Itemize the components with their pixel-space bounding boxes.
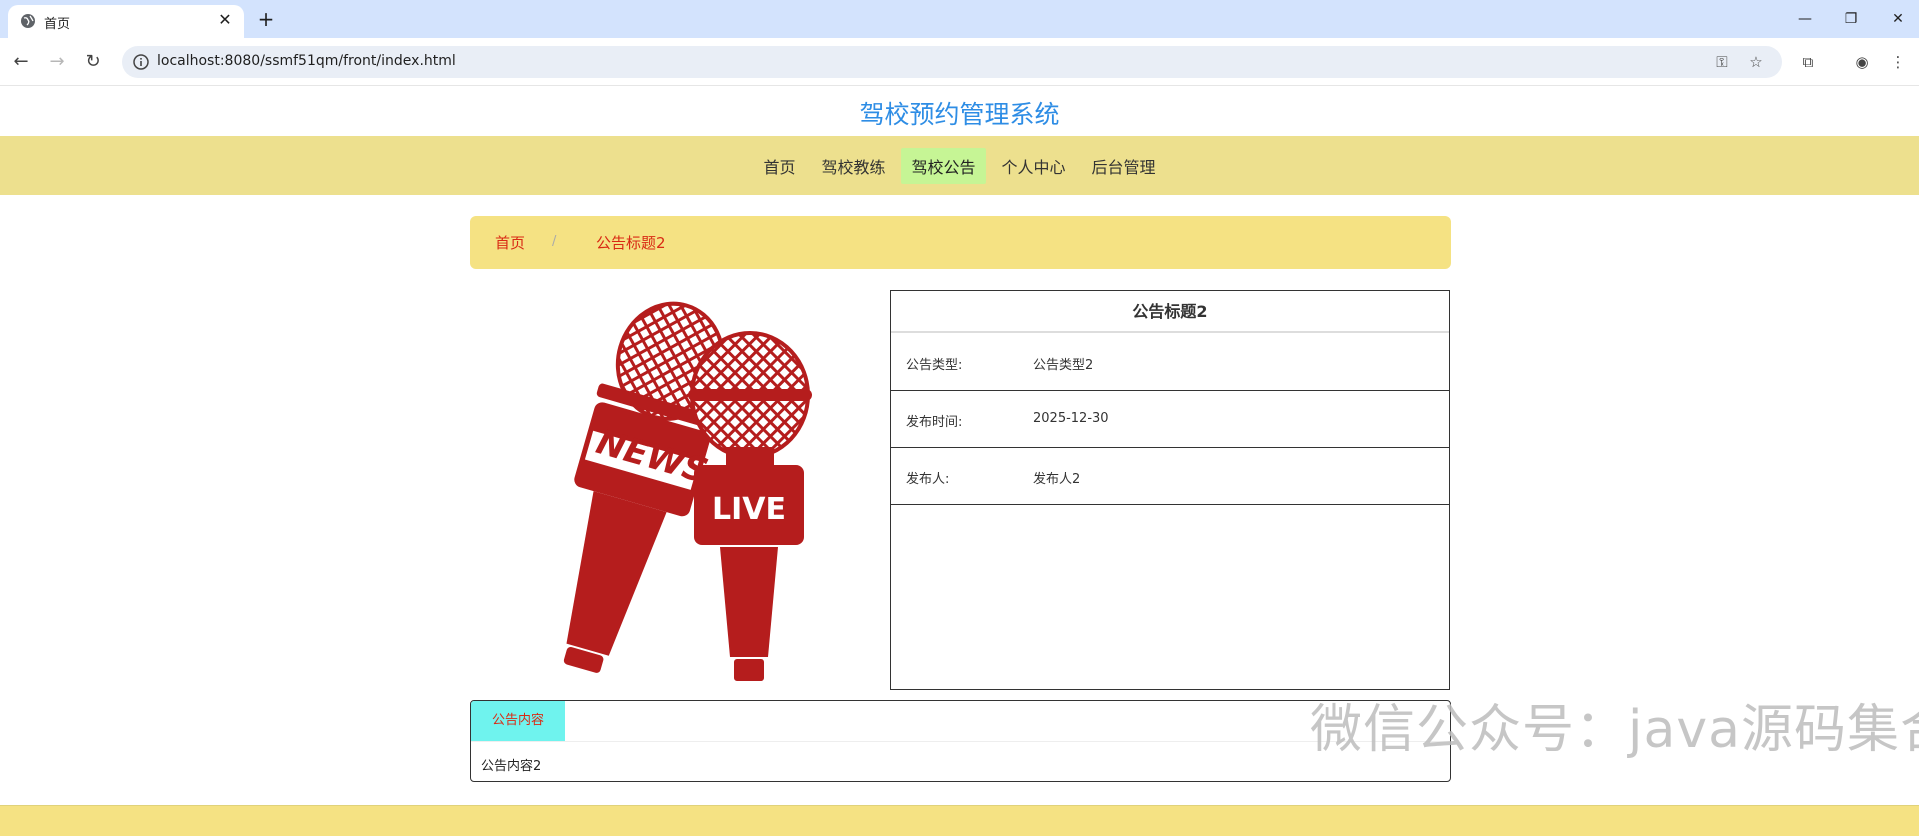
detail-row-publish-time: 发布时间: 2025-12-30 — [891, 391, 1449, 448]
notice-content-panel: 公告内容 公告内容2 — [470, 700, 1451, 782]
notice-detail-box: 公告标题2 公告类型: 公告类型2 发布时间: 2025-12-30 发布人: … — [890, 290, 1450, 690]
nav-item[interactable]: 首页 — [753, 148, 805, 184]
address-bar[interactable]: localhost:8080/ssmf51qm/front/index.html… — [122, 46, 1782, 78]
watermark: 微信公众号：java源码集合 — [1310, 700, 1919, 760]
breadcrumb-home-link[interactable]: 首页 — [495, 232, 525, 253]
site-title: 驾校预约管理系统 — [859, 100, 1060, 129]
globe-icon — [21, 14, 35, 28]
restore-icon[interactable]: ❐ — [1836, 6, 1866, 32]
forward-arrow-icon[interactable]: → — [46, 51, 68, 73]
main-nav: 首页 驾校教练 驾校公告 个人中心 后台管理 — [0, 136, 1919, 195]
profile-icon[interactable]: ◉ — [1851, 51, 1873, 73]
detail-row-publisher: 发布人: 发布人2 — [891, 448, 1449, 505]
minimize-icon[interactable]: — — [1790, 6, 1820, 32]
mic-live-text: LIVE — [712, 492, 786, 527]
window-close-icon[interactable]: ✕ — [1883, 6, 1913, 32]
detail-label: 发布时间: — [906, 415, 963, 430]
reload-icon[interactable]: ↻ — [82, 51, 104, 73]
new-tab-icon[interactable]: + — [254, 7, 278, 31]
browser-toolbar: ← → ↻ localhost:8080/ssmf51qm/front/inde… — [0, 38, 1919, 86]
url-text: localhost:8080/ssmf51qm/front/index.html — [157, 53, 456, 69]
divider — [471, 741, 1450, 742]
nav-item[interactable]: 驾校公告 — [901, 147, 986, 184]
browser-tab[interactable]: 首页 ✕ — [8, 5, 244, 38]
close-tab-icon[interactable]: ✕ — [216, 11, 234, 29]
footer-bar — [0, 805, 1919, 836]
detail-row-type: 公告类型: 公告类型2 — [891, 334, 1449, 391]
nav-item[interactable]: 驾校教练 — [811, 148, 895, 184]
detail-value: 公告类型2 — [1033, 358, 1094, 373]
notice-title: 公告标题2 — [891, 291, 1449, 333]
detail-label: 公告类型: — [906, 358, 963, 373]
tab-search-icon[interactable]: ⧉ — [1797, 51, 1819, 73]
bookmark-star-icon[interactable]: ☆ — [1746, 52, 1766, 72]
nav-item[interactable]: 个人中心 — [992, 148, 1076, 184]
breadcrumb-current: 公告标题2 — [596, 234, 666, 252]
back-arrow-icon[interactable]: ← — [10, 51, 32, 73]
tab-title: 首页 — [44, 17, 71, 32]
detail-label: 发布人: — [906, 472, 950, 487]
breadcrumb: 首页 / 公告标题2 — [470, 216, 1451, 269]
tab-notice-content[interactable]: 公告内容 — [471, 701, 565, 741]
detail-value: 2025-12-30 — [1033, 411, 1109, 426]
notice-content-text: 公告内容2 — [481, 759, 542, 774]
detail-value: 发布人2 — [1033, 472, 1081, 487]
menu-dots-icon[interactable]: ⋮ — [1887, 51, 1909, 73]
nav-item[interactable]: 后台管理 — [1082, 148, 1166, 184]
breadcrumb-separator: / — [552, 234, 557, 249]
browser-tab-bar: 首页 ✕ + — ❐ ✕ — [0, 0, 1919, 38]
key-icon[interactable]: ⚿ — [1712, 52, 1732, 72]
news-microphones-image: NEWS LIVE — [563, 301, 812, 681]
site-info-icon[interactable] — [132, 53, 150, 71]
